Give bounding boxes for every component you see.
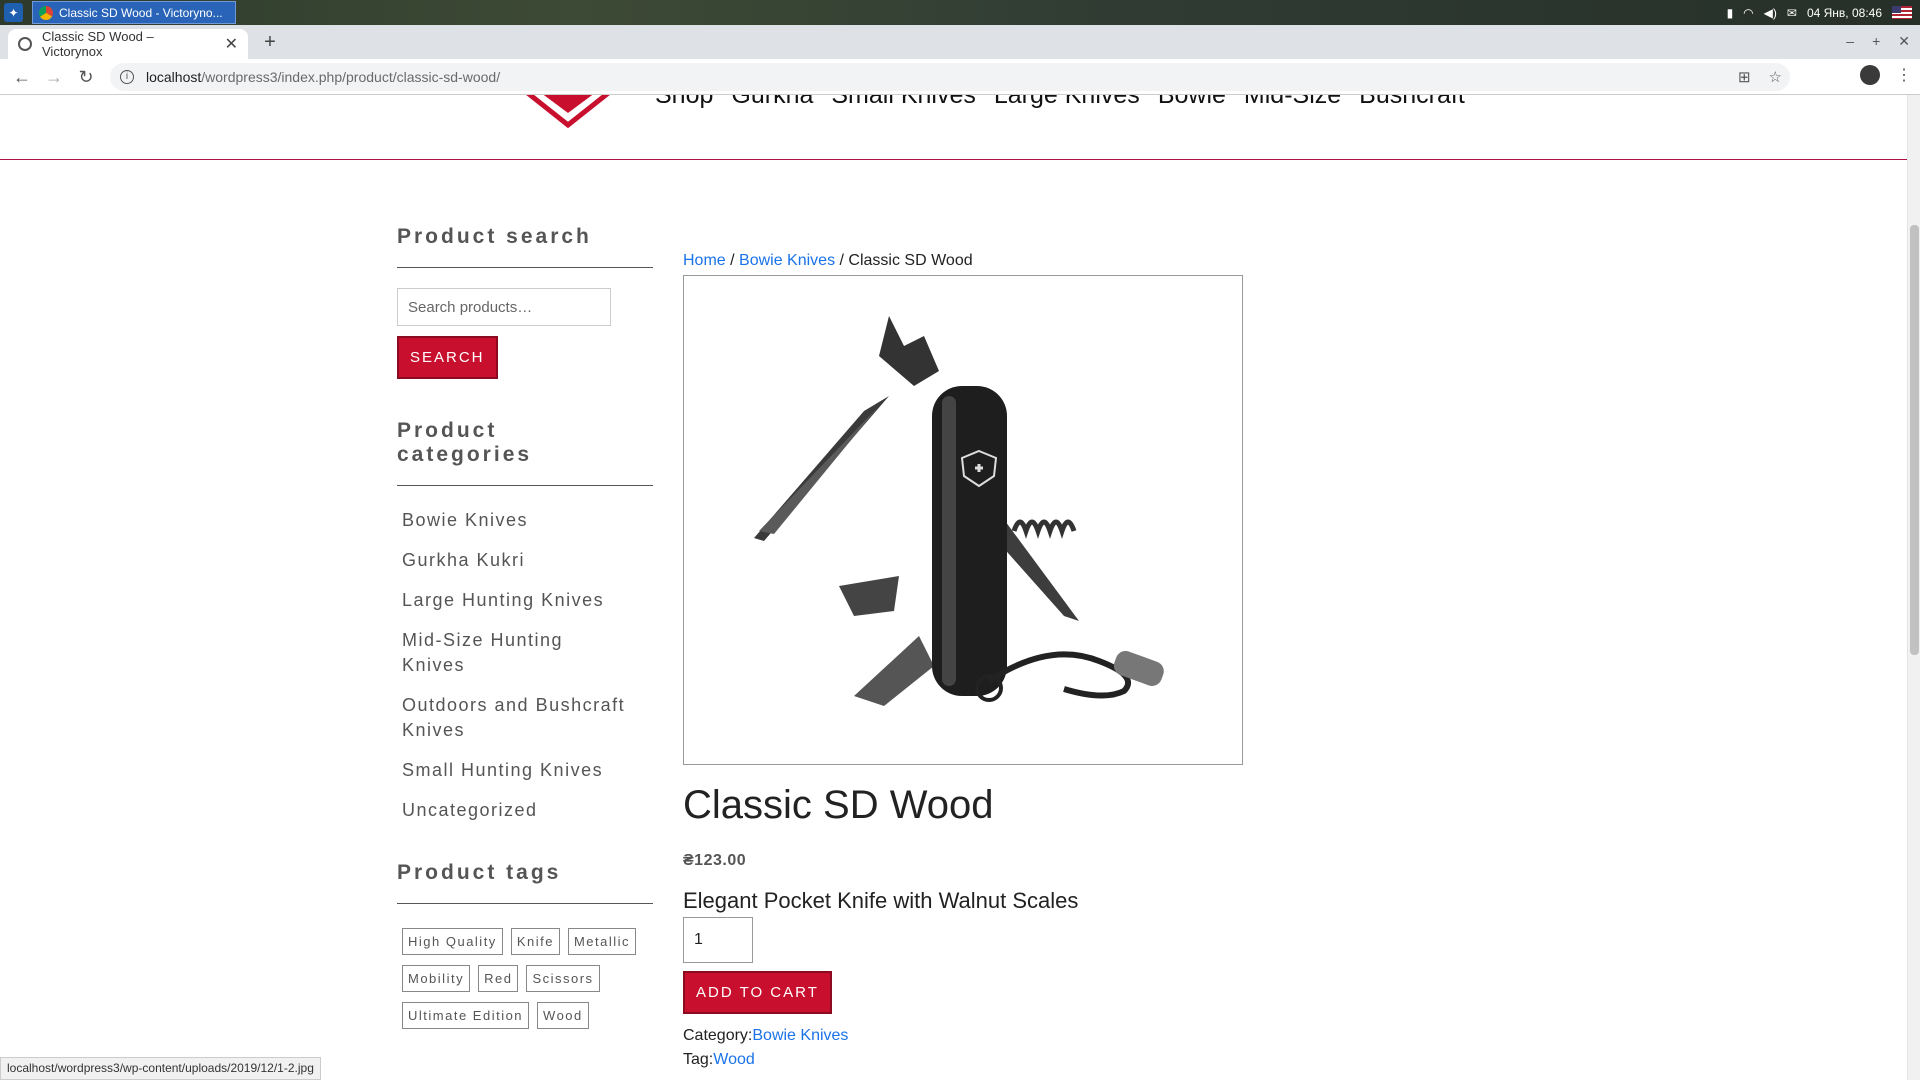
page-scrollbar[interactable] — [1907, 95, 1920, 1080]
nav-item-mid-size[interactable]: Mid-Size — [1244, 95, 1341, 110]
keyboard-layout-flag-icon[interactable] — [1892, 6, 1912, 19]
tab-title: Classic SD Wood – Victorynox — [42, 29, 154, 59]
chrome-icon — [39, 5, 53, 20]
breadcrumb-category-link[interactable]: Bowie Knives — [739, 252, 835, 269]
tag-link[interactable]: Mobility — [402, 965, 471, 992]
close-tab-icon[interactable]: ✕ — [225, 34, 238, 54]
tag-link[interactable]: Wood — [537, 1002, 589, 1029]
nav-item-gurkha[interactable]: Gurkha — [731, 95, 813, 110]
reload-icon[interactable]: ↻ — [74, 65, 98, 89]
mail-icon[interactable]: ✉ — [1787, 6, 1797, 20]
category-link[interactable]: Large Hunting Knives — [397, 588, 653, 613]
product-categories-title: Product categories — [397, 419, 533, 466]
product-search-title: Product search — [397, 225, 592, 248]
product-price: ₴123.00 — [683, 852, 747, 869]
battery-icon[interactable]: ▮ — [1727, 6, 1734, 20]
browser-toolbar: ← → ↻ i localhost/wordpress3/index.php/p… — [0, 59, 1920, 95]
tag-link[interactable]: Wood — [713, 1051, 755, 1068]
category-link[interactable]: Outdoors and Bushcraft Knives — [397, 693, 647, 743]
translate-icon[interactable]: ⊞ — [1738, 68, 1751, 86]
os-taskbar: ✦ Classic SD Wood - Victoryno... ▮ ◠ ◀) … — [0, 0, 1920, 25]
add-to-cart-button[interactable]: ADD TO CART — [683, 971, 832, 1014]
product-title: Classic SD Wood — [683, 783, 994, 827]
category-label: Category: — [683, 1027, 753, 1044]
site-header: Shop Gurkha Small Knives Large Knives Bo… — [0, 95, 1907, 160]
taskbar-window-title: Classic SD Wood - Victoryno... — [59, 5, 223, 20]
system-tray: ▮ ◠ ◀) ✉ 04 Янв, 08:46 — [1727, 0, 1912, 25]
category-list: Bowie Knives Gurkha Kukri Large Hunting … — [397, 508, 653, 823]
new-tab-button[interactable]: + — [258, 31, 282, 55]
tag-link[interactable]: Red — [478, 965, 519, 992]
breadcrumb-home-link[interactable]: Home — [683, 252, 726, 269]
category-link[interactable]: Small Hunting Knives — [397, 758, 653, 783]
profile-avatar[interactable] — [1860, 65, 1880, 85]
divider — [397, 267, 653, 268]
main-nav: Shop Gurkha Small Knives Large Knives Bo… — [655, 95, 1465, 110]
divider — [397, 485, 653, 486]
product-short-description: Elegant Pocket Knife with Walnut Scales — [683, 888, 1079, 913]
quantity-input[interactable] — [683, 917, 753, 963]
forward-arrow-icon[interactable]: → — [42, 65, 66, 89]
category-link[interactable]: Bowie Knives — [397, 508, 653, 533]
breadcrumb-separator: / — [835, 252, 849, 269]
back-arrow-icon[interactable]: ← — [10, 65, 34, 89]
start-menu-icon[interactable]: ✦ — [4, 3, 23, 22]
product-image[interactable] — [683, 275, 1243, 765]
product-meta: Category:Bowie Knives Tag:Wood — [683, 1024, 1243, 1072]
minimize-icon[interactable]: – — [1846, 33, 1854, 50]
category-link[interactable]: Uncategorized — [397, 798, 653, 823]
product-tags-title: Product tags — [397, 861, 562, 884]
tag-link[interactable]: High Quality — [402, 928, 503, 955]
browser-status-bar: localhost/wordpress3/wp-content/uploads/… — [0, 1057, 321, 1080]
menu-kebab-icon[interactable]: ⋮ — [1896, 65, 1912, 85]
clock[interactable]: 04 Янв, 08:46 — [1807, 6, 1882, 20]
address-bar[interactable]: i localhost/wordpress3/index.php/product… — [110, 63, 1790, 91]
volume-icon[interactable]: ◀) — [1764, 6, 1777, 20]
taskbar-window-button[interactable]: Classic SD Wood - Victoryno... — [32, 1, 236, 24]
search-button[interactable]: SEARCH — [397, 336, 498, 379]
site-logo[interactable] — [503, 95, 633, 145]
maximize-icon[interactable]: + — [1872, 33, 1880, 50]
breadcrumb-current: Classic SD Wood — [848, 252, 973, 269]
tag-link[interactable]: Scissors — [526, 965, 600, 992]
nav-item-large-knives[interactable]: Large Knives — [994, 95, 1140, 110]
info-icon[interactable]: i — [120, 70, 134, 84]
category-link[interactable]: Gurkha Kukri — [397, 548, 653, 573]
breadcrumb-separator: / — [725, 252, 740, 269]
url-path: /wordpress3/index.php/product/classic-sd… — [201, 69, 501, 85]
nav-item-small-knives[interactable]: Small Knives — [831, 95, 976, 110]
close-window-icon[interactable]: ✕ — [1898, 33, 1910, 50]
tag-link[interactable]: Ultimate Edition — [402, 1002, 530, 1029]
pocket-knife-image — [754, 316, 1164, 706]
browser-tab[interactable]: Classic SD Wood – Victorynox ✕ — [8, 29, 248, 59]
url-host: localhost — [146, 69, 202, 85]
window-controls: – + ✕ — [1846, 33, 1910, 50]
globe-icon — [18, 37, 32, 51]
breadcrumb: Home / Bowie Knives / Classic SD Wood — [683, 252, 1243, 270]
category-link[interactable]: Mid-Size Hunting Knives — [397, 628, 597, 678]
scrollbar-thumb[interactable] — [1910, 225, 1919, 655]
nav-item-bushcraft[interactable]: Bushcraft — [1359, 95, 1465, 110]
wifi-icon[interactable]: ◠ — [1743, 6, 1753, 20]
product-content: Home / Bowie Knives / Classic SD Wood Cl… — [683, 252, 1243, 1072]
tag-link[interactable]: Metallic — [567, 928, 637, 955]
nav-item-bowie[interactable]: Bowie — [1158, 95, 1226, 110]
category-link[interactable]: Bowie Knives — [752, 1027, 848, 1044]
sidebar: Product search SEARCH Product categories… — [397, 225, 653, 1029]
bookmark-star-icon[interactable]: ☆ — [1769, 68, 1782, 86]
nav-item-shop[interactable]: Shop — [655, 95, 713, 110]
tag-cloud: High Quality Knife Metallic Mobility Red… — [397, 928, 653, 1029]
divider — [397, 903, 653, 904]
page-viewport: Shop Gurkha Small Knives Large Knives Bo… — [0, 95, 1907, 1080]
browser-tab-strip: Classic SD Wood – Victorynox ✕ + – + ✕ — [0, 25, 1920, 59]
product-search-input[interactable] — [397, 288, 611, 326]
tag-link[interactable]: Knife — [510, 928, 560, 955]
tag-label: Tag: — [683, 1051, 714, 1068]
